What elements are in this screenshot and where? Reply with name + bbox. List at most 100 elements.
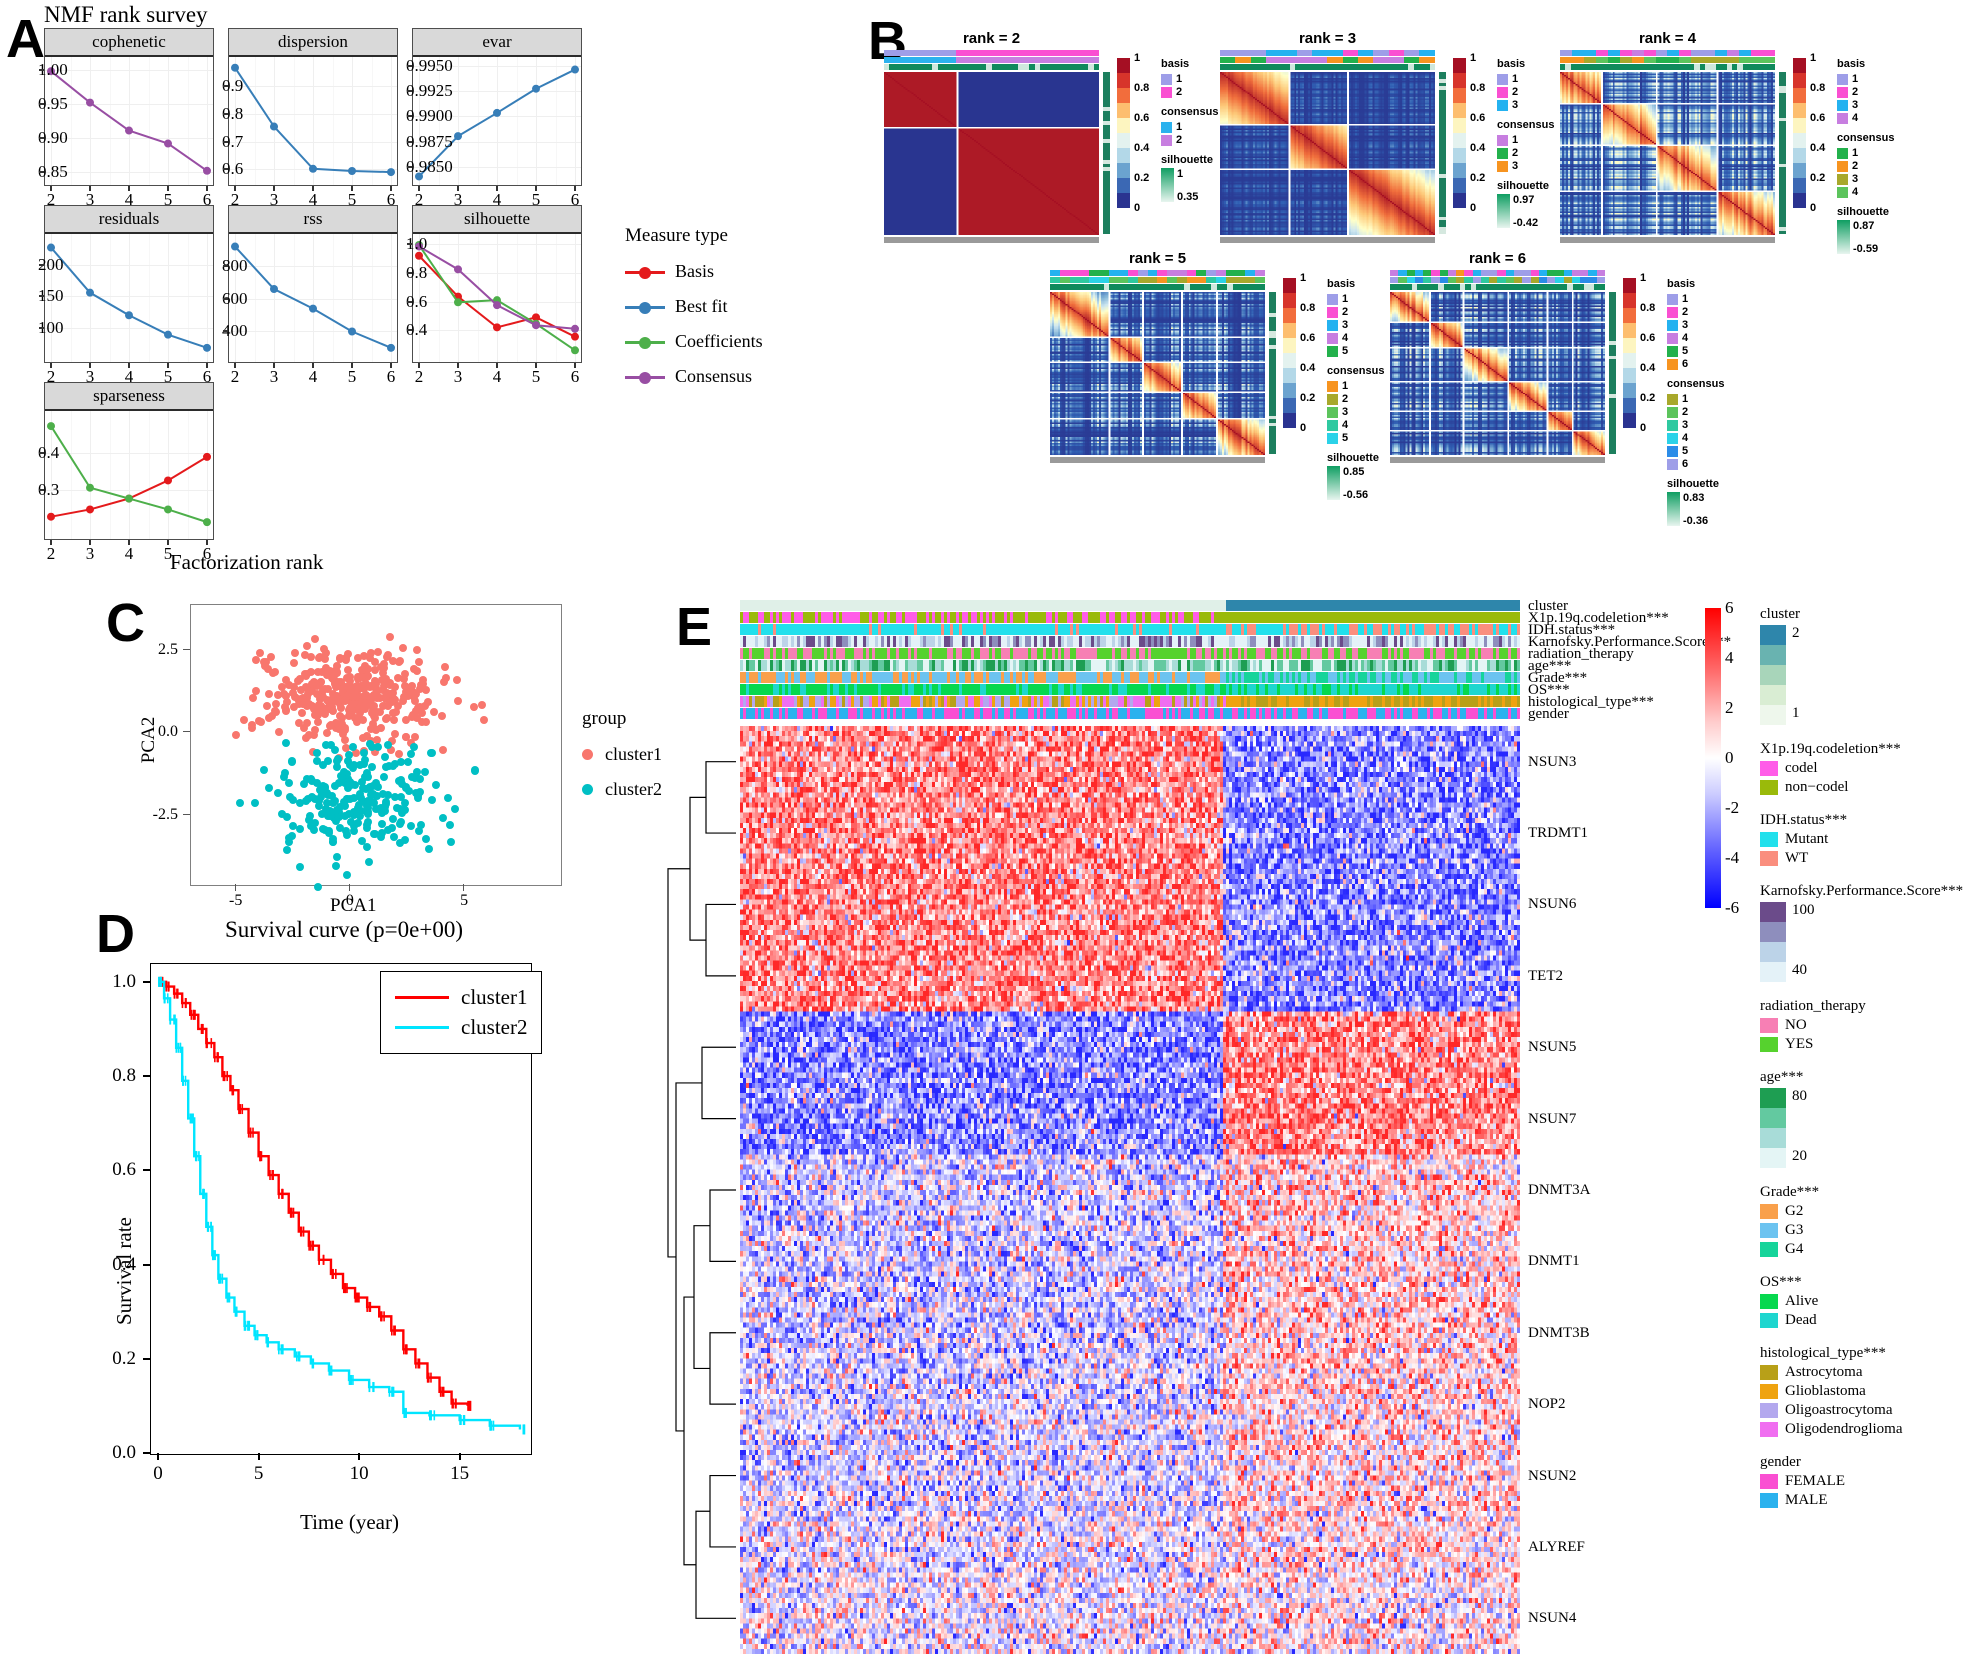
colorbar-step	[1453, 178, 1466, 193]
annotation-cell	[1225, 270, 1236, 276]
scatter-point	[362, 842, 371, 851]
track-cell	[1517, 648, 1520, 659]
annotation-cell	[956, 57, 1099, 63]
scatter-point	[450, 805, 459, 814]
annotation-cell	[1089, 270, 1099, 276]
legend-swatch	[1760, 1422, 1778, 1437]
consensus-map-title: rank = 6	[1468, 250, 1527, 267]
scatter-point	[359, 651, 368, 660]
scatter-point	[309, 730, 318, 739]
gene-label-NSUN2: NSUN2	[1528, 1467, 1577, 1484]
annotation-cell	[1655, 57, 1668, 63]
scatter-point	[415, 774, 424, 783]
annotation-cell	[1429, 64, 1435, 70]
annotation-cell	[1571, 277, 1581, 283]
consensus-matrix	[1050, 292, 1265, 455]
annotation-cell	[1342, 50, 1359, 56]
x-tick-label: 10	[349, 1463, 369, 1484]
annotation-cell	[1404, 57, 1420, 63]
x-tick	[50, 186, 52, 191]
annotation-cell	[1327, 57, 1343, 63]
annotation-cell	[1406, 277, 1415, 283]
legend-label: 2	[1682, 406, 1689, 418]
facet-strip-evar: evar	[413, 29, 581, 57]
annotation-cell	[1059, 270, 1070, 276]
legend-item: Alive	[1760, 1293, 1818, 1310]
consensus-colorbar	[1283, 278, 1296, 428]
legend-label: NO	[1785, 1017, 1807, 1033]
silhouette-cell	[1609, 450, 1616, 455]
gene-label-NSUN4: NSUN4	[1528, 1610, 1577, 1627]
colorbar-label: 0.6	[1300, 332, 1316, 344]
legend-label: 1	[1342, 380, 1349, 392]
colorbar-label: 0.4	[1810, 142, 1826, 154]
annotation-cell	[1522, 277, 1531, 283]
annotation-cell	[1266, 50, 1282, 56]
annotation-cell	[1281, 57, 1297, 63]
legend-title-basis: basis	[1327, 278, 1356, 290]
scatter-point	[364, 772, 373, 781]
legend-label: codel	[1785, 760, 1818, 776]
scatter-point	[445, 821, 454, 830]
scatter-point	[381, 797, 390, 806]
annotation-cell	[1255, 277, 1265, 283]
x-tick	[351, 186, 353, 191]
annotation-cell	[1245, 270, 1256, 276]
legend-swatch	[1327, 332, 1338, 344]
facet-strip-cophenetic: cophenetic	[45, 29, 213, 57]
colorbar-label: 0.6	[1134, 112, 1150, 124]
scatter-point	[295, 825, 304, 834]
colorbar-step	[1623, 398, 1636, 413]
annotation-cell	[1607, 57, 1620, 63]
legend-gradient-swatch	[1760, 685, 1786, 705]
legend-title-silhouette: silhouette	[1161, 154, 1213, 166]
colorbar-step	[1117, 58, 1130, 73]
annotation-cell	[1296, 57, 1313, 63]
annotation-cell	[1571, 270, 1581, 276]
legend-item: 4	[1837, 186, 1858, 198]
legend-label: Dead	[1785, 1312, 1817, 1328]
dendrogram-branch	[701, 1046, 736, 1120]
legend-swatch	[1667, 406, 1678, 418]
legend-item: 3	[1497, 99, 1518, 111]
legend-label: 40	[1792, 962, 1807, 978]
gene-label-NSUN5: NSUN5	[1528, 1039, 1577, 1056]
colorbar-label: 0.6	[1470, 112, 1486, 124]
legend-label: 1	[1682, 393, 1689, 405]
legend-label: -0.56	[1343, 489, 1369, 501]
colorbar-step	[1117, 148, 1130, 163]
scatter-point	[280, 768, 289, 777]
annotation-cell	[1631, 57, 1644, 63]
annotation-cell	[1157, 277, 1168, 283]
y-tick	[223, 168, 228, 171]
legend-gradient-swatch	[1760, 1128, 1786, 1148]
y-tick-label: 2.5	[158, 641, 178, 659]
y-tick	[39, 102, 44, 105]
legend-item: Astrocytoma	[1760, 1364, 1862, 1381]
legend-item: 2	[1161, 86, 1182, 98]
facet-body	[229, 57, 397, 185]
annotation-cell	[1235, 277, 1246, 283]
y-tick	[223, 297, 228, 300]
legend-title-basis: basis	[1837, 58, 1866, 70]
x-tick-label: 6	[386, 367, 396, 386]
legend-label: 2	[1512, 86, 1519, 98]
consensus-map-title: rank = 5	[1128, 250, 1187, 267]
legend-swatch	[1667, 393, 1678, 405]
x-tick	[496, 363, 498, 368]
legend-swatch	[1327, 406, 1338, 418]
legend-gradient-swatch	[1760, 922, 1786, 942]
annotation-row-silhouette	[1390, 284, 1605, 290]
silhouette-gradient	[1161, 168, 1174, 202]
annotation-cell	[1439, 277, 1448, 283]
scatter-point	[249, 693, 258, 702]
legend-swatch	[1667, 306, 1678, 318]
x-tick	[457, 363, 459, 368]
legend-title-consensus: consensus	[1497, 119, 1555, 131]
annotation-cell	[1679, 50, 1692, 56]
annotation-cell	[1739, 50, 1751, 56]
annotation-cell	[1108, 270, 1119, 276]
annotation-cell	[1235, 50, 1251, 56]
annotation-cell	[1388, 57, 1405, 63]
x-tick	[496, 186, 498, 191]
